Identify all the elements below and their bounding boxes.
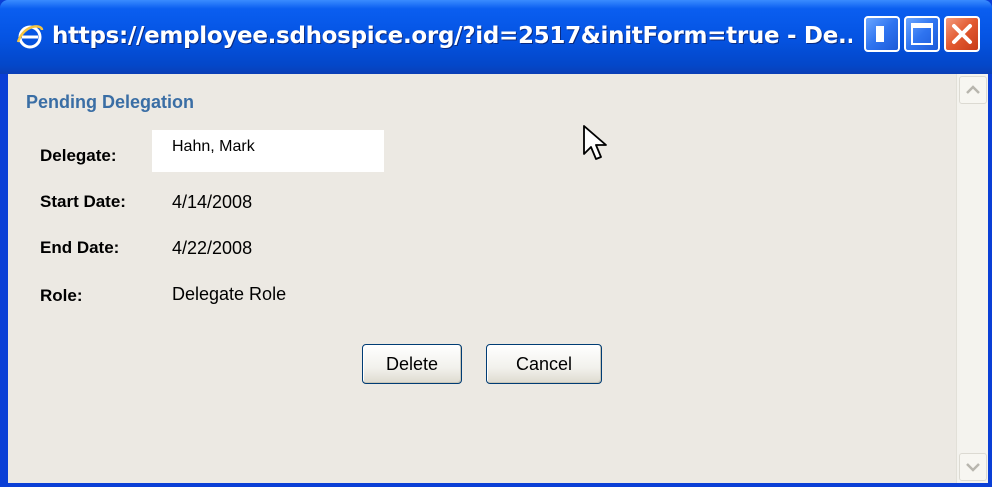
delete-button[interactable]: Delete [362, 344, 462, 384]
window-title: https://employee.sdhospice.org/?id=2517&… [52, 23, 852, 49]
chevron-up-icon [966, 85, 980, 94]
close-icon [952, 24, 972, 44]
delegate-label: Delegate: [40, 146, 117, 165]
page-title: Pending Delegation [26, 92, 195, 112]
minimize-button[interactable] [864, 16, 900, 52]
maximize-button[interactable] [904, 16, 940, 52]
title-bar[interactable]: https://employee.sdhospice.org/?id=2517&… [0, 0, 992, 74]
close-button[interactable] [944, 16, 980, 52]
end-date-value: 4/22/2008 [172, 238, 253, 258]
window-bottom-border [0, 483, 992, 487]
start-date-label: Start Date: [40, 192, 126, 211]
end-date-label: End Date: [40, 238, 120, 257]
delegate-field[interactable]: Hahn, Mark [152, 130, 384, 172]
cancel-button[interactable]: Cancel [486, 344, 602, 384]
delegate-value: Hahn, Mark [172, 138, 255, 155]
chevron-down-icon [966, 463, 980, 472]
minimize-icon [876, 26, 884, 42]
role-label: Role: [40, 286, 83, 305]
internet-explorer-icon [16, 25, 44, 49]
maximize-icon [911, 23, 933, 45]
dialog-content: Pending Delegation Delegate: Hahn, Mark … [8, 74, 956, 483]
mouse-pointer-icon [583, 125, 607, 160]
scroll-up-button[interactable] [959, 76, 987, 104]
vertical-scrollbar[interactable] [956, 74, 988, 483]
scroll-down-button[interactable] [959, 453, 987, 481]
role-value: Delegate Role [172, 284, 287, 304]
browser-window: https://employee.sdhospice.org/?id=2517&… [0, 0, 992, 487]
start-date-value: 4/14/2008 [172, 192, 253, 212]
